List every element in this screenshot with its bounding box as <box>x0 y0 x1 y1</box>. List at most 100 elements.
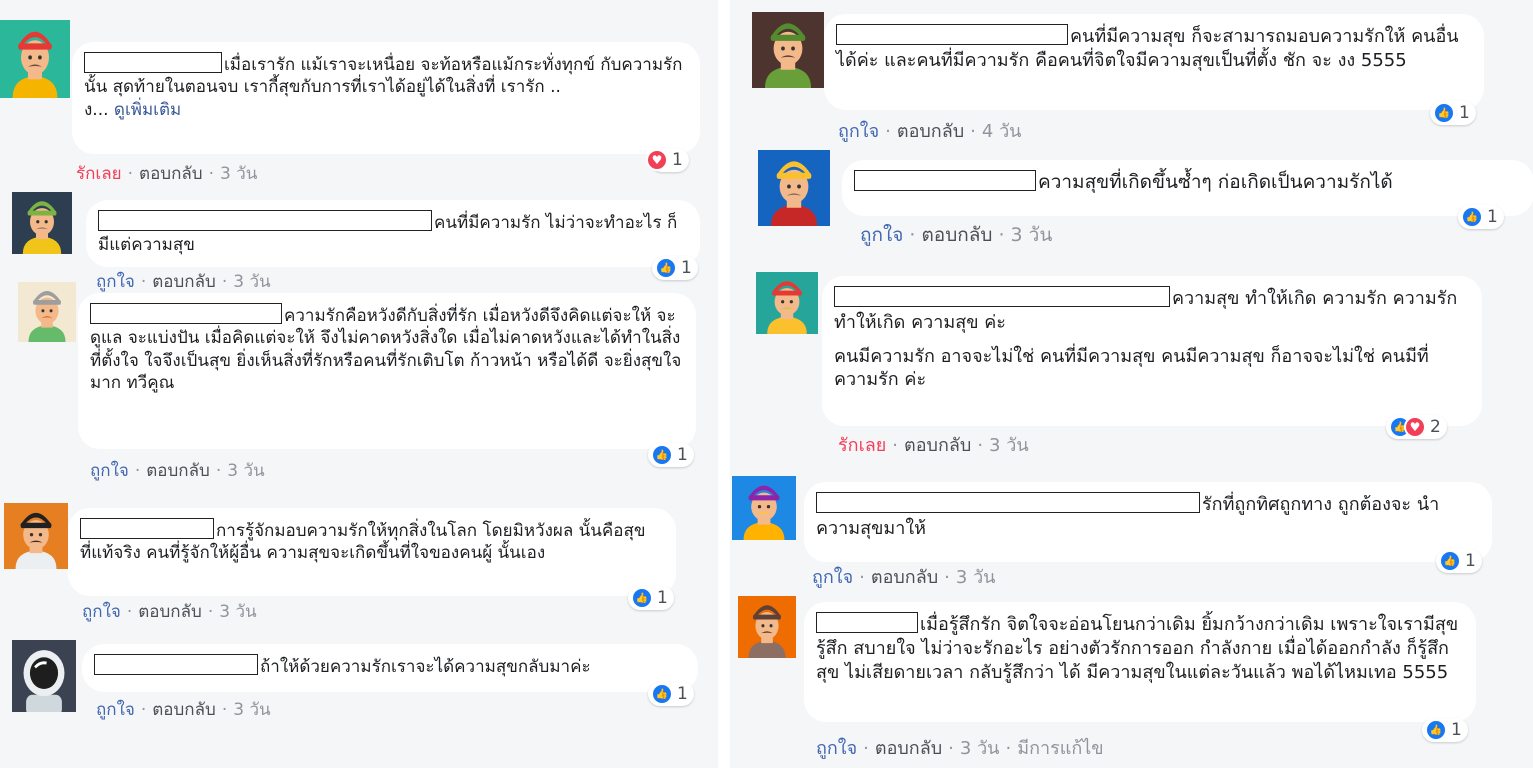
roman-avatar-icon <box>756 272 818 334</box>
reaction-summary[interactable]: 👍 1 <box>1422 718 1468 742</box>
user-avatar[interactable] <box>752 12 824 88</box>
see-more-prefix: ง... <box>84 99 109 120</box>
commenter-name-redacted[interactable] <box>80 518 214 539</box>
comment-actions: ถูกใจ · ตอบกลับ · 3 วัน <box>90 457 265 484</box>
reply-button[interactable]: ตอบกลับ <box>875 738 942 759</box>
commenter-name-redacted[interactable] <box>94 654 258 675</box>
reaction-summary[interactable]: 👍 1 <box>628 586 674 610</box>
like-button[interactable]: ถูกใจ <box>860 224 903 246</box>
see-more-link[interactable]: ดูเพิ่มเติม <box>114 100 181 120</box>
user-avatar[interactable] <box>12 192 72 254</box>
reaction-count: 1 <box>1487 207 1498 227</box>
reaction-count: 1 <box>681 258 692 278</box>
comment-bubble: การรู้จักมอบความรักให้ทุกสิ่งในโลก โดยมิ… <box>68 508 676 596</box>
reaction-count: 1 <box>1451 720 1462 740</box>
comment-timestamp[interactable]: 4 วัน <box>982 121 1022 142</box>
comment-actions: ถูกใจ · ตอบกลับ · 4 วัน <box>838 116 1021 145</box>
user-avatar[interactable] <box>18 282 76 342</box>
commenter-name-redacted[interactable] <box>834 286 1170 307</box>
comment-bubble: ความสุข ทำให้เกิด ความรัก ความรัก ทำให้เ… <box>822 276 1482 426</box>
cyclist-avatar-icon <box>732 476 796 540</box>
separator-dot: · <box>892 435 899 456</box>
like-reaction-icon: 👍 <box>651 444 673 466</box>
edited-label[interactable]: มีการแก้ไข <box>1017 738 1103 759</box>
reaction-summary[interactable]: ♥ 1 <box>646 148 689 172</box>
reply-button[interactable]: ตอบกลับ <box>897 121 964 142</box>
comments-panel-right: คนที่มีความสุข ก็จะสามารถมอบความรักให้ ค… <box>730 0 1533 768</box>
comment-actions: ถูกใจ · ตอบกลับ · 3 วัน <box>812 562 995 591</box>
comment-actions: ถูกใจ · ตอบกลับ · 3 วัน <box>96 268 271 295</box>
comment-actions: ถูกใจ · ตอบกลับ · 3 วัน <box>96 696 271 723</box>
reaction-count: 1 <box>1465 551 1476 571</box>
commenter-name-redacted[interactable] <box>854 170 1036 191</box>
comment-actions: รักเลย · ตอบกลับ · 3 วัน <box>76 160 257 187</box>
reaction-summary[interactable]: 👍 1 <box>1436 549 1482 573</box>
separator-dot: · <box>221 700 228 720</box>
reply-button[interactable]: ตอบกลับ <box>152 700 216 720</box>
separator-dot: · <box>948 738 954 759</box>
like-button[interactable]: ถูกใจ <box>838 121 879 142</box>
like-button[interactable]: ถูกใจ <box>96 700 135 720</box>
separator-dot: · <box>859 567 865 588</box>
separator-dot: · <box>885 121 891 142</box>
comments-panel-left: เมื่อเรารัก แม้เราจะเหนื่อย จะท้อหรือแม้… <box>0 0 718 768</box>
comment-timestamp[interactable]: 3 วัน <box>956 567 996 588</box>
separator-dot: · <box>207 602 214 622</box>
firefighter-avatar-icon <box>0 20 70 98</box>
love-button[interactable]: รักเลย <box>838 435 886 456</box>
comment-bubble: คนที่มีความสุข ก็จะสามารถมอบความรักให้ ค… <box>824 14 1484 110</box>
separator-dot: · <box>140 700 147 720</box>
user-avatar[interactable] <box>756 272 818 334</box>
commenter-name-redacted[interactable] <box>84 52 222 73</box>
reaction-summary[interactable]: 👍 1 <box>1458 205 1504 229</box>
separator-dot: · <box>208 164 214 184</box>
user-avatar[interactable] <box>0 20 70 98</box>
commenter-name-redacted[interactable] <box>816 492 1200 513</box>
like-button[interactable]: ถูกใจ <box>96 272 135 292</box>
separator-dot: · <box>134 461 141 481</box>
like-reaction-icon: 👍 <box>1425 719 1447 741</box>
comment-timestamp[interactable]: 3 วัน <box>1011 224 1053 246</box>
user-avatar[interactable] <box>4 503 68 569</box>
comment-timestamp[interactable]: 3 วัน <box>219 602 256 622</box>
like-button[interactable]: ถูกใจ <box>82 602 121 622</box>
user-avatar[interactable] <box>738 596 796 658</box>
separator-dot: · <box>127 164 134 184</box>
reply-button[interactable]: ตอบกลับ <box>871 567 938 588</box>
reaction-summary[interactable]: 👍 1 <box>652 256 698 280</box>
commenter-name-redacted[interactable] <box>98 210 432 231</box>
reply-button[interactable]: ตอบกลับ <box>138 602 202 622</box>
commenter-name-redacted[interactable] <box>816 612 918 633</box>
comment-timestamp[interactable]: 3 วัน <box>233 272 270 292</box>
reaction-summary[interactable]: 👍 1 <box>648 682 694 706</box>
reaction-summary[interactable]: 👍 1 <box>1430 101 1476 125</box>
user-avatar[interactable] <box>12 640 76 712</box>
like-reaction-icon: 👍 <box>1433 102 1455 124</box>
comment-text: ถ้าให้ด้วยความรักเราจะได้ความสุขกลับมาค่… <box>260 657 591 677</box>
like-button[interactable]: ถูกใจ <box>90 461 129 481</box>
pilot-avatar-icon <box>738 596 796 658</box>
comment-bubble: เมื่อรู้สึกรัก จิตใจจะอ่อนโยนกว่าเดิม ยิ… <box>804 602 1476 722</box>
viking-avatar-icon <box>18 282 76 342</box>
commenter-name-redacted[interactable] <box>836 24 1068 45</box>
user-avatar[interactable] <box>732 476 796 540</box>
reply-button[interactable]: ตอบกลับ <box>921 224 992 246</box>
love-button[interactable]: รักเลย <box>76 164 122 184</box>
reaction-summary[interactable]: 👍 1 <box>648 443 694 467</box>
like-button[interactable]: ถูกใจ <box>812 567 853 588</box>
reply-button[interactable]: ตอบกลับ <box>152 272 216 292</box>
like-button[interactable]: ถูกใจ <box>816 738 857 759</box>
reply-button[interactable]: ตอบกลับ <box>139 164 203 184</box>
comment-timestamp[interactable]: 3 วัน <box>233 700 270 720</box>
comment-timestamp[interactable]: 3 วัน <box>220 164 257 184</box>
love-reaction-icon: ♥ <box>646 149 668 171</box>
comment-timestamp[interactable]: 3 วัน <box>227 461 264 481</box>
reply-button[interactable]: ตอบกลับ <box>904 435 971 456</box>
comment-timestamp[interactable]: 3 วัน <box>989 435 1029 456</box>
user-avatar[interactable] <box>758 150 830 226</box>
commenter-name-redacted[interactable] <box>90 303 282 324</box>
separator-dot: · <box>215 461 222 481</box>
comment-timestamp[interactable]: 3 วัน <box>960 738 1000 759</box>
reaction-summary[interactable]: 👍 ♥ 2 <box>1386 415 1447 439</box>
reply-button[interactable]: ตอบกลับ <box>146 461 210 481</box>
